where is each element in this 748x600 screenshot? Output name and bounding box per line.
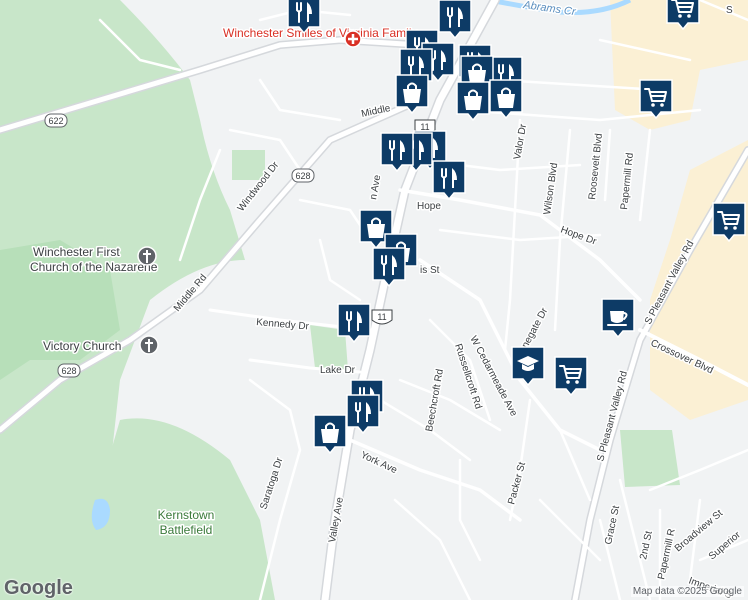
google-logo: Google [4,577,73,599]
poi-victory-church[interactable]: Victory Church [42,335,159,355]
street-label-2nd: 2nd St [638,530,655,561]
restaurant-pin[interactable] [372,247,406,288]
street-label-grace: Grace St [603,505,622,546]
route-shield-628-south: 628 [57,363,81,378]
grocery-pin[interactable] [712,202,746,243]
street-label-valley-ave: Valley Ave [327,496,346,543]
street-label-superior: Superior [707,529,744,562]
grocery-pin[interactable] [639,79,673,120]
svg-text:622: 622 [48,116,63,126]
route-shield-622: 622 [44,113,68,128]
cafe-pin[interactable] [601,298,635,339]
svg-text:628: 628 [295,171,310,181]
street-label-wilson: Wilson Blvd [542,162,560,215]
land-use [0,0,748,600]
street-label-valor: Valor Dr [512,123,529,161]
restaurant-pin[interactable] [380,132,414,173]
water-label-abrams: Abrams Cr [522,0,578,18]
street-label-saratoga: Saratoga Dr [258,456,285,511]
street-label-papermill-upper: Papermill Rd [619,152,636,210]
battlefield-label-line1: Kernstown [158,508,215,522]
svg-text:628: 628 [61,366,76,376]
hospital-label-line1: Winchester Smiles of Virginia Family... [223,26,427,40]
shopping-pin[interactable] [456,81,490,122]
street-label-hope-left: Hope [417,201,441,212]
street-label-lake: Lake Dr [320,365,356,376]
street-label-s-partial: S [726,5,733,16]
street-label-beechcroft: Beechcroft Rd [424,368,446,432]
svg-text:11: 11 [377,312,386,322]
restaurant-pin[interactable] [337,303,371,344]
park-area-east [620,430,680,487]
street-label-kennedy: Kennedy Dr [256,317,310,333]
street-label-ave-partial: n Ave [368,174,383,201]
grocery-pin[interactable] [554,356,588,397]
us-route-shield-11-south: 11 [371,309,393,325]
shopping-pin[interactable] [395,74,429,115]
street-label-roosevelt: Roosevelt Blvd [587,133,605,200]
restaurant-pin[interactable] [432,160,466,201]
church-label-line1: Winchester First [33,245,120,259]
shopping-pin[interactable] [313,414,347,455]
map-attribution[interactable]: Map data ©2025 Google [630,586,744,597]
restaurant-pin[interactable] [346,394,380,435]
restaurant-pin[interactable] [438,0,472,40]
map-canvas[interactable]: 622 628 628 11 11 Middle Middle Rd Windw… [0,0,748,600]
battlefield-label-line2: Battlefield [160,523,213,537]
victory-church-label: Victory Church [43,339,121,353]
street-label-st-partial: is St [420,265,440,276]
street-label-packer: Packer St [506,461,528,506]
church-label-line2: Church of the Nazarene [30,260,158,274]
shopping-pin[interactable] [489,79,523,120]
school-pin[interactable] [511,346,545,387]
poi-kernstown-battlefield[interactable]: Kernstown Battlefield [156,507,216,539]
route-shield-628-north: 628 [291,168,315,183]
